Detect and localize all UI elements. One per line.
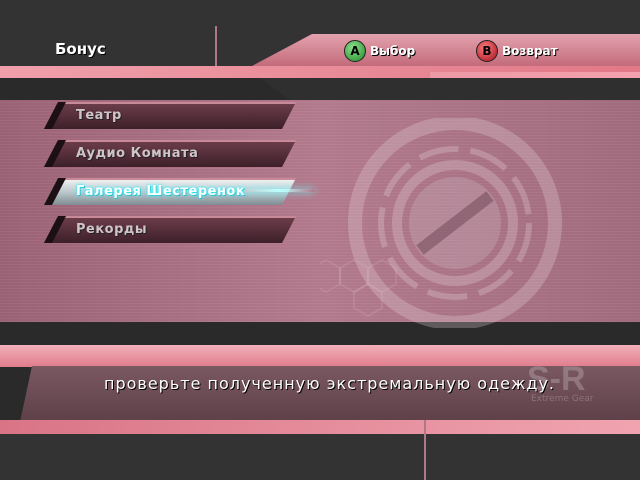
hint-text: проверьте полученную экстремальную одежд…	[104, 374, 556, 393]
bottom-divider	[424, 420, 426, 480]
screen-title: Бонус	[55, 40, 106, 58]
menu-item-label: Аудио Комната	[76, 146, 199, 161]
logo-subtitle: Extreme Gear	[531, 394, 594, 404]
selection-glow	[244, 189, 314, 192]
menu-item-label: Театр	[76, 108, 122, 123]
top-divider	[215, 26, 217, 66]
menu-item-label: Галерея Шестеренок	[76, 184, 246, 199]
gear-emblem-icon	[320, 118, 562, 328]
select-prompt-label: Выбор	[370, 44, 416, 58]
menu-item-theater[interactable]: Театр	[44, 102, 296, 129]
select-prompt[interactable]: A Выбор	[344, 40, 415, 62]
menu-item-label: Рекорды	[76, 222, 148, 237]
bottom-bar	[0, 434, 640, 480]
menu-item-audio-room[interactable]: Аудио Комната	[44, 140, 296, 167]
top-dark-sweep	[260, 78, 640, 100]
back-prompt[interactable]: B Возврат	[476, 40, 558, 62]
menu-item-records[interactable]: Рекорды	[44, 216, 296, 243]
menu-item-gear-gallery[interactable]: Галерея Шестеренок	[44, 178, 314, 205]
back-prompt-label: Возврат	[502, 44, 558, 58]
bottom-pink-band-lower	[0, 420, 640, 434]
button-prompt-strip	[252, 34, 640, 66]
b-button-icon: B	[476, 40, 498, 62]
a-button-icon: A	[344, 40, 366, 62]
